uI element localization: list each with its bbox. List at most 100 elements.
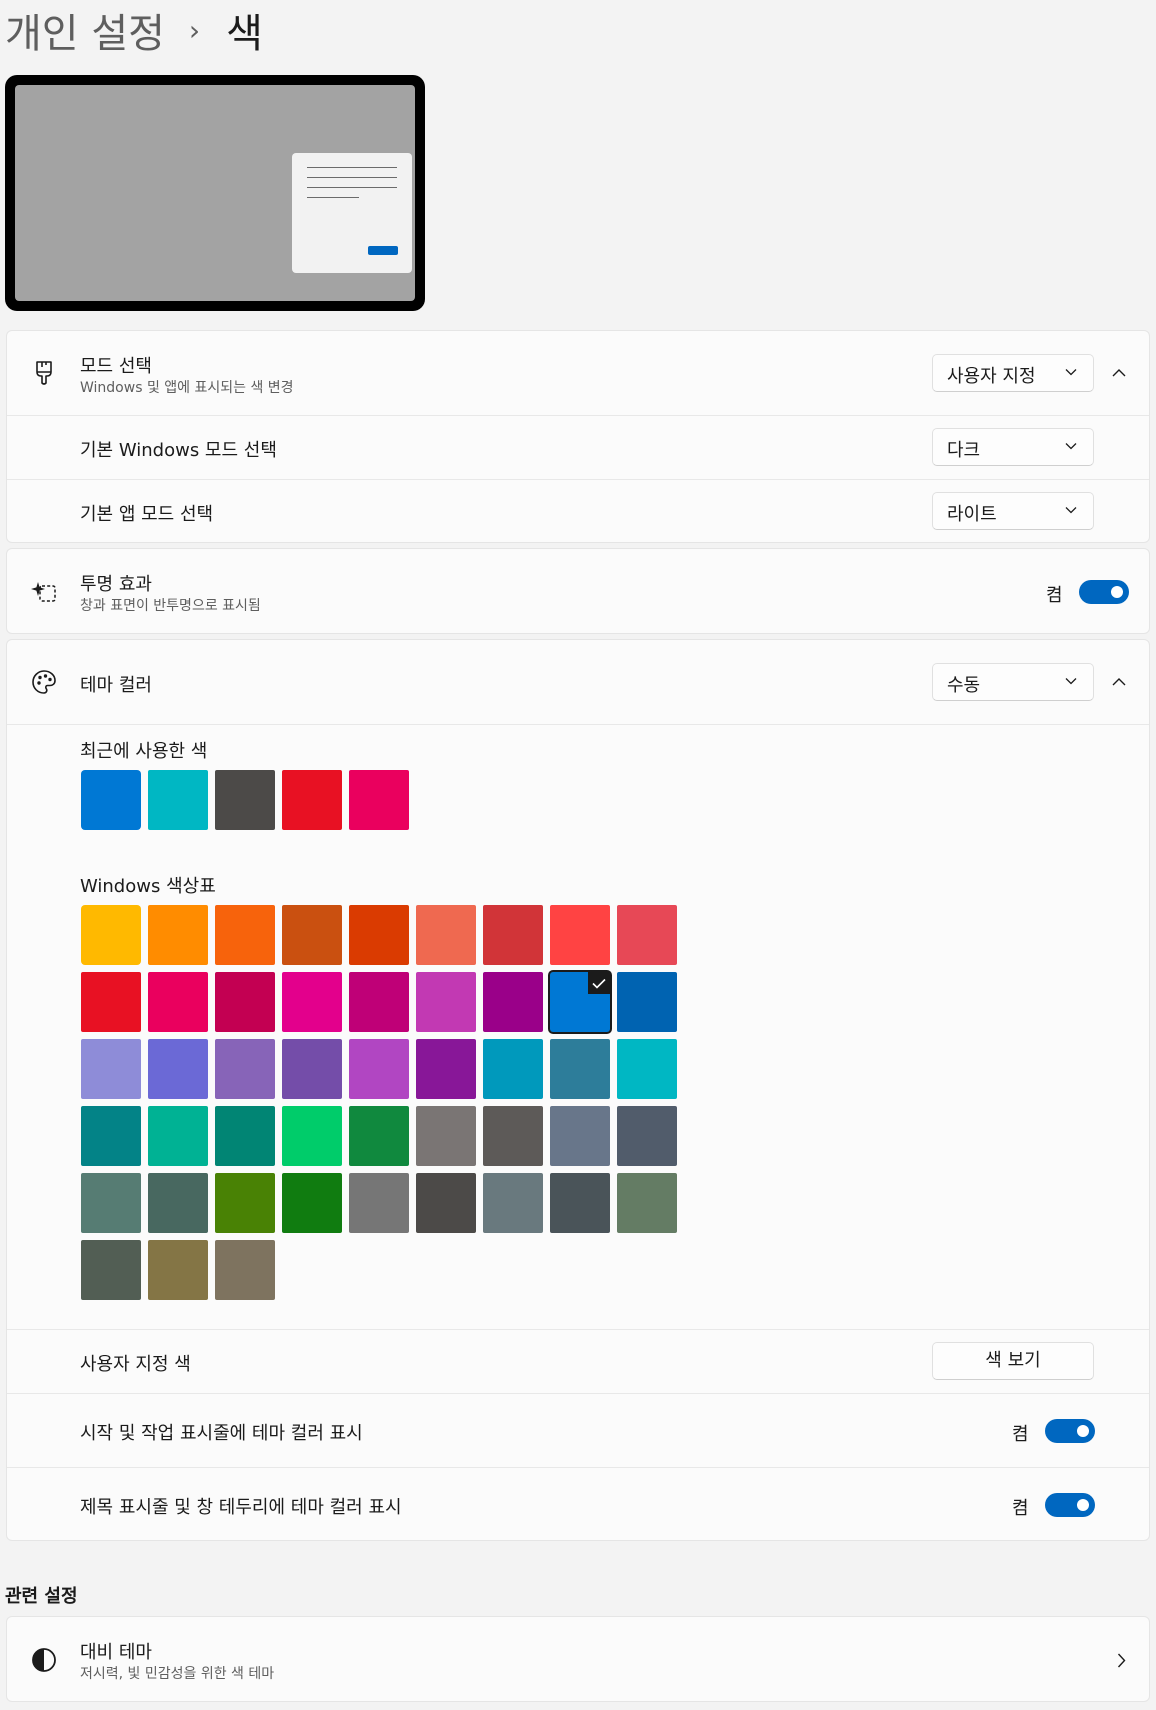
- transparency-state-label: 켬: [1046, 585, 1063, 606]
- recent-color-swatch[interactable]: [349, 770, 409, 830]
- recent-color-swatch[interactable]: [282, 770, 342, 830]
- theme-color-card: 테마 컬러 수동 최근에 사용한 색 Windows 색상표 사용자 지정 색 …: [6, 639, 1150, 1541]
- palette-color-swatch[interactable]: [617, 1173, 677, 1233]
- start-taskbar-label: 시작 및 작업 표시줄에 테마 컬러 표시: [80, 1423, 363, 1444]
- breadcrumb: 개인 설정 › 색: [5, 0, 263, 60]
- page-title: 색: [226, 11, 263, 57]
- palette-color-swatch[interactable]: [215, 972, 275, 1032]
- title-bar-row: 제목 표시줄 및 창 테두리에 테마 컬러 표시 켬: [7, 1467, 1149, 1541]
- palette-color-swatch[interactable]: [349, 1039, 409, 1099]
- start-taskbar-toggle[interactable]: [1045, 1419, 1095, 1443]
- mode-row[interactable]: 모드 선택 Windows 및 앱에 표시되는 색 변경 사용자 지정: [7, 331, 1149, 415]
- palette-color-swatch[interactable]: [148, 1173, 208, 1233]
- palette-color-swatch[interactable]: [282, 1173, 342, 1233]
- palette-color-swatch[interactable]: [81, 972, 141, 1032]
- app-mode-dropdown[interactable]: 라이트: [932, 492, 1094, 530]
- palette-color-swatch[interactable]: [215, 1240, 275, 1300]
- palette-color-swatch[interactable]: [148, 1106, 208, 1166]
- mode-title: 모드 선택: [80, 356, 152, 377]
- palette-color-swatch[interactable]: [416, 1173, 476, 1233]
- view-colors-button[interactable]: 색 보기: [932, 1342, 1094, 1380]
- palette-color-swatch[interactable]: [81, 905, 141, 965]
- palette-color-swatch[interactable]: [349, 905, 409, 965]
- palette-color-swatch[interactable]: [550, 972, 610, 1032]
- chevron-down-icon: [1065, 507, 1077, 514]
- palette-color-swatch[interactable]: [416, 1039, 476, 1099]
- recent-color-swatch[interactable]: [81, 770, 141, 830]
- palette-color-swatch[interactable]: [215, 1173, 275, 1233]
- palette-color-swatch[interactable]: [550, 1106, 610, 1166]
- palette-label: Windows 색상표: [80, 876, 216, 897]
- start-taskbar-state-label: 켬: [1012, 1424, 1029, 1445]
- contrast-subtitle: 저시력, 빛 민감성을 위한 색 테마: [80, 1666, 275, 1682]
- palette-color-swatch[interactable]: [282, 1039, 342, 1099]
- palette-color-swatch[interactable]: [550, 1173, 610, 1233]
- palette-color-swatch[interactable]: [483, 1173, 543, 1233]
- chevron-down-icon: [1065, 678, 1077, 685]
- transparency-title: 투명 효과: [80, 574, 152, 595]
- transparency-effects-icon: [29, 577, 59, 607]
- palette-color-swatch[interactable]: [416, 905, 476, 965]
- recent-color-swatch[interactable]: [215, 770, 275, 830]
- palette-color-swatch[interactable]: [617, 1106, 677, 1166]
- palette-color-swatch[interactable]: [416, 1106, 476, 1166]
- palette-color-swatch[interactable]: [81, 1106, 141, 1166]
- transparency-toggle[interactable]: [1079, 580, 1129, 604]
- windows-mode-label: 기본 Windows 모드 선택: [80, 440, 277, 461]
- palette-color-swatch[interactable]: [215, 905, 275, 965]
- palette-color-swatch[interactable]: [349, 1173, 409, 1233]
- contrast-icon: [29, 1645, 59, 1675]
- palette-color-swatch[interactable]: [483, 1106, 543, 1166]
- palette-color-swatch[interactable]: [349, 972, 409, 1032]
- palette-icon: [29, 667, 59, 697]
- chevron-up-icon[interactable]: [1112, 677, 1126, 686]
- palette-color-swatch[interactable]: [483, 972, 543, 1032]
- custom-color-row: 사용자 지정 색 색 보기: [7, 1329, 1149, 1393]
- theme-color-row[interactable]: 테마 컬러 수동: [7, 640, 1149, 724]
- palette-color-swatch[interactable]: [81, 1039, 141, 1099]
- preview-window: [292, 153, 412, 273]
- recent-color-swatch[interactable]: [148, 770, 208, 830]
- theme-color-dropdown-value: 수동: [947, 675, 981, 696]
- palette-color-swatch[interactable]: [617, 972, 677, 1032]
- contrast-themes-card[interactable]: 대비 테마 저시력, 빛 민감성을 위한 색 테마: [6, 1616, 1150, 1702]
- windows-mode-dropdown[interactable]: 다크: [932, 428, 1094, 466]
- palette-color-swatch[interactable]: [617, 1039, 677, 1099]
- theme-preview: [5, 75, 425, 311]
- palette-color-swatch[interactable]: [148, 1240, 208, 1300]
- preview-line: [307, 197, 359, 198]
- theme-color-dropdown[interactable]: 수동: [932, 663, 1094, 701]
- palette-color-swatch[interactable]: [349, 1106, 409, 1166]
- palette-color-swatch[interactable]: [617, 905, 677, 965]
- breadcrumb-separator: ›: [188, 13, 201, 47]
- palette-color-swatch[interactable]: [148, 1039, 208, 1099]
- palette-color-swatch[interactable]: [282, 1106, 342, 1166]
- palette-color-swatch[interactable]: [282, 972, 342, 1032]
- palette-color-swatch[interactable]: [81, 1173, 141, 1233]
- checkmark-icon: [588, 972, 610, 994]
- palette-color-swatch[interactable]: [416, 972, 476, 1032]
- color-picker-area: 최근에 사용한 색 Windows 색상표: [7, 724, 1149, 1329]
- palette-color-swatch[interactable]: [215, 1039, 275, 1099]
- toggle-knob: [1111, 586, 1123, 598]
- title-bar-toggle[interactable]: [1045, 1493, 1095, 1517]
- palette-color-swatch[interactable]: [282, 905, 342, 965]
- palette-color-swatch[interactable]: [148, 905, 208, 965]
- transparency-card: 투명 효과 창과 표면이 반투명으로 표시됨 켬: [6, 548, 1150, 634]
- palette-color-swatch[interactable]: [550, 905, 610, 965]
- app-mode-row: 기본 앱 모드 선택 라이트: [7, 479, 1149, 543]
- preview-desktop: [15, 85, 415, 301]
- windows-mode-value: 다크: [947, 440, 981, 461]
- palette-color-swatch[interactable]: [483, 1039, 543, 1099]
- chevron-up-icon[interactable]: [1112, 368, 1126, 377]
- mode-dropdown[interactable]: 사용자 지정: [932, 354, 1094, 392]
- custom-color-label: 사용자 지정 색: [80, 1354, 191, 1375]
- breadcrumb-parent-personalization[interactable]: 개인 설정: [5, 1, 165, 59]
- brush-icon: [29, 358, 59, 388]
- palette-color-swatch[interactable]: [550, 1039, 610, 1099]
- palette-color-swatch[interactable]: [81, 1240, 141, 1300]
- palette-color-swatch[interactable]: [483, 905, 543, 965]
- palette-color-swatch[interactable]: [148, 972, 208, 1032]
- palette-color-swatch[interactable]: [215, 1106, 275, 1166]
- related-settings-heading: 관련 설정: [5, 1586, 78, 1607]
